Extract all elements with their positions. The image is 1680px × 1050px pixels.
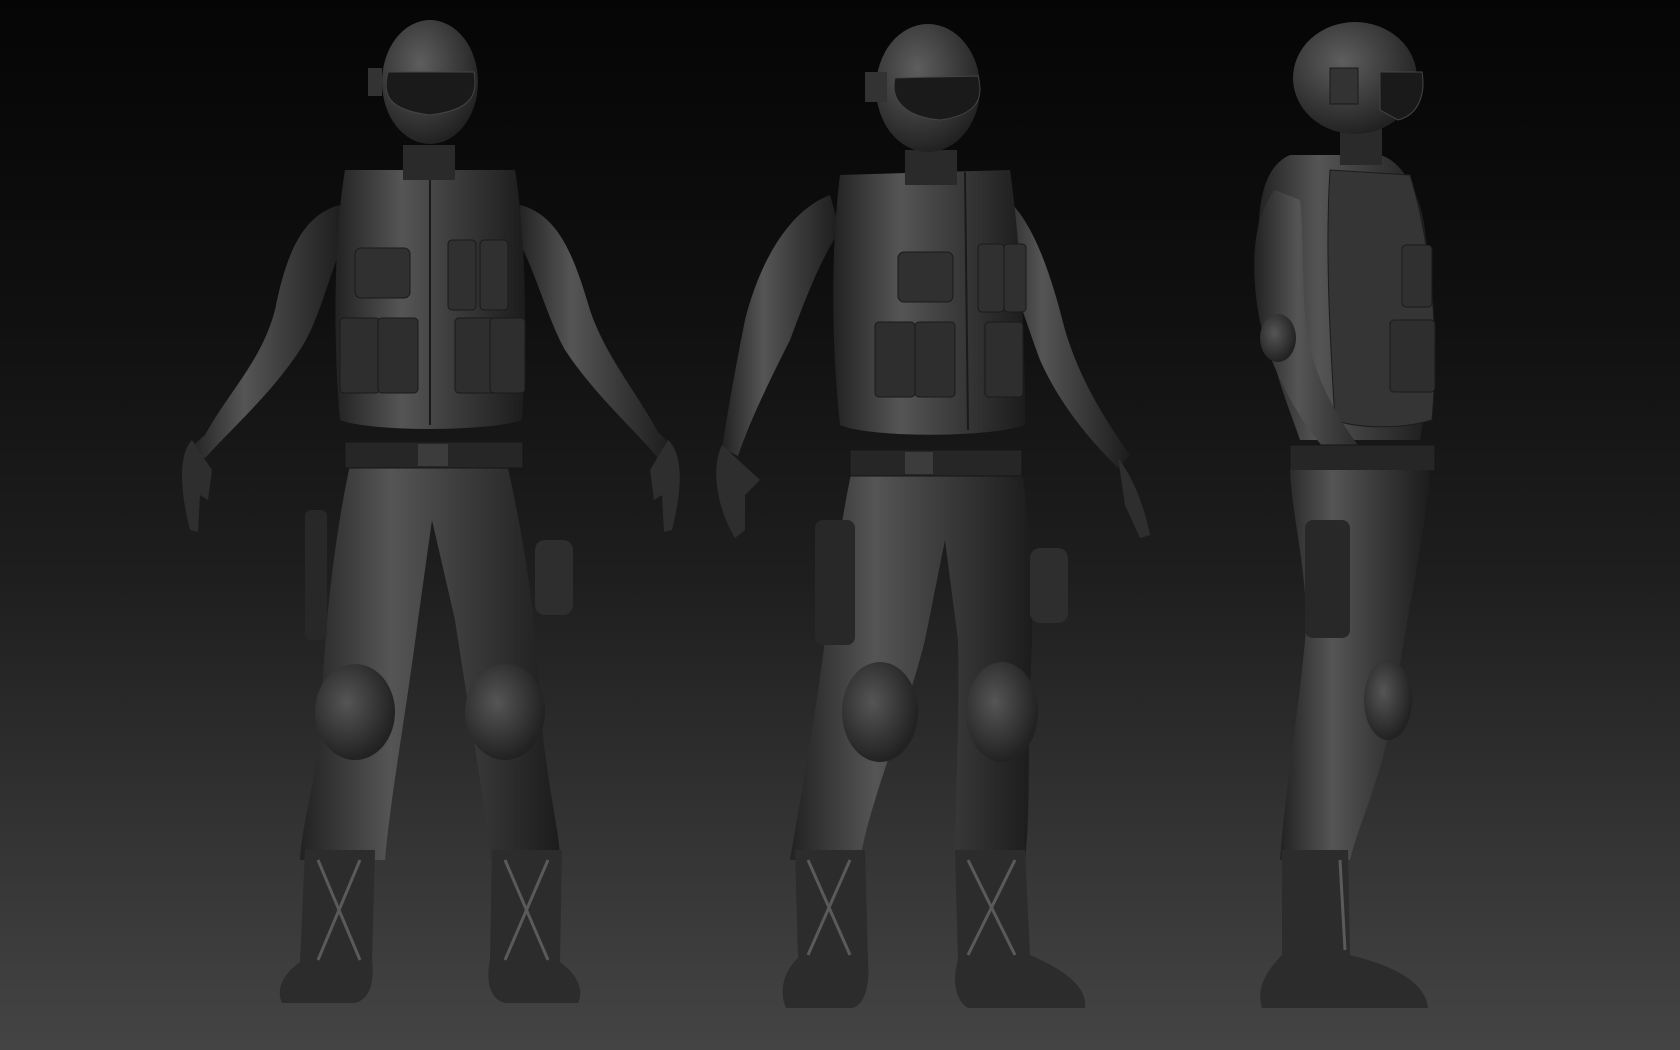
left-arm [190,205,345,458]
mag-pouch-1 [339,317,381,394]
mag-pouch [1389,319,1436,393]
belt-buckle [905,452,933,474]
mag-pouch-2 [914,321,956,398]
right-glove [1118,458,1150,538]
goggles [1379,71,1424,121]
left-glove [716,445,760,538]
chest-pouch-left [354,247,411,299]
belt-buckle [418,444,448,466]
mag-pouch-4 [489,317,526,394]
model-canvas [182,20,1436,1008]
chest-pouch-right-2 [1003,243,1027,313]
mag-pouch-1 [874,321,916,398]
chest-pouch-right-1 [977,243,1005,313]
figure-front-icon[interactable] [182,20,680,1003]
knee-pad [1364,660,1412,740]
thigh-pouch [535,540,573,615]
chest-pouch-right-2 [479,239,509,311]
helmet-mount [1329,67,1359,105]
helmet-mount [865,72,887,102]
figure-three-quarter-icon[interactable] [716,24,1150,1008]
belt [1289,444,1436,472]
pants [790,455,1032,860]
chest-pouch-left [897,251,954,303]
chest-pouch-right-1 [447,239,477,311]
pants [300,455,560,860]
left-arm [722,195,840,456]
left-boot [279,850,375,1003]
right-arm [518,205,672,458]
holster [305,510,327,640]
holster [1305,520,1350,638]
mag-pouch-3 [454,317,496,394]
right-knee-pad [465,664,545,760]
holster [815,520,855,645]
elbow-pad [1260,314,1296,362]
mag-pouch-3 [984,321,1024,398]
left-knee-pad [315,664,395,760]
thigh-pouch [1030,548,1068,623]
chest-pouch [1401,244,1433,308]
neck [403,145,455,180]
neck [905,150,957,185]
helmet-mount [368,68,382,96]
right-knee-pad [966,662,1038,762]
sculpt-viewport[interactable] [0,0,1680,1050]
mag-pouch-2 [377,317,419,394]
figure-side-icon[interactable] [1254,22,1436,1008]
left-boot [782,850,869,1008]
left-knee-pad [842,662,918,762]
pants [1280,470,1430,860]
belt [849,449,1023,477]
